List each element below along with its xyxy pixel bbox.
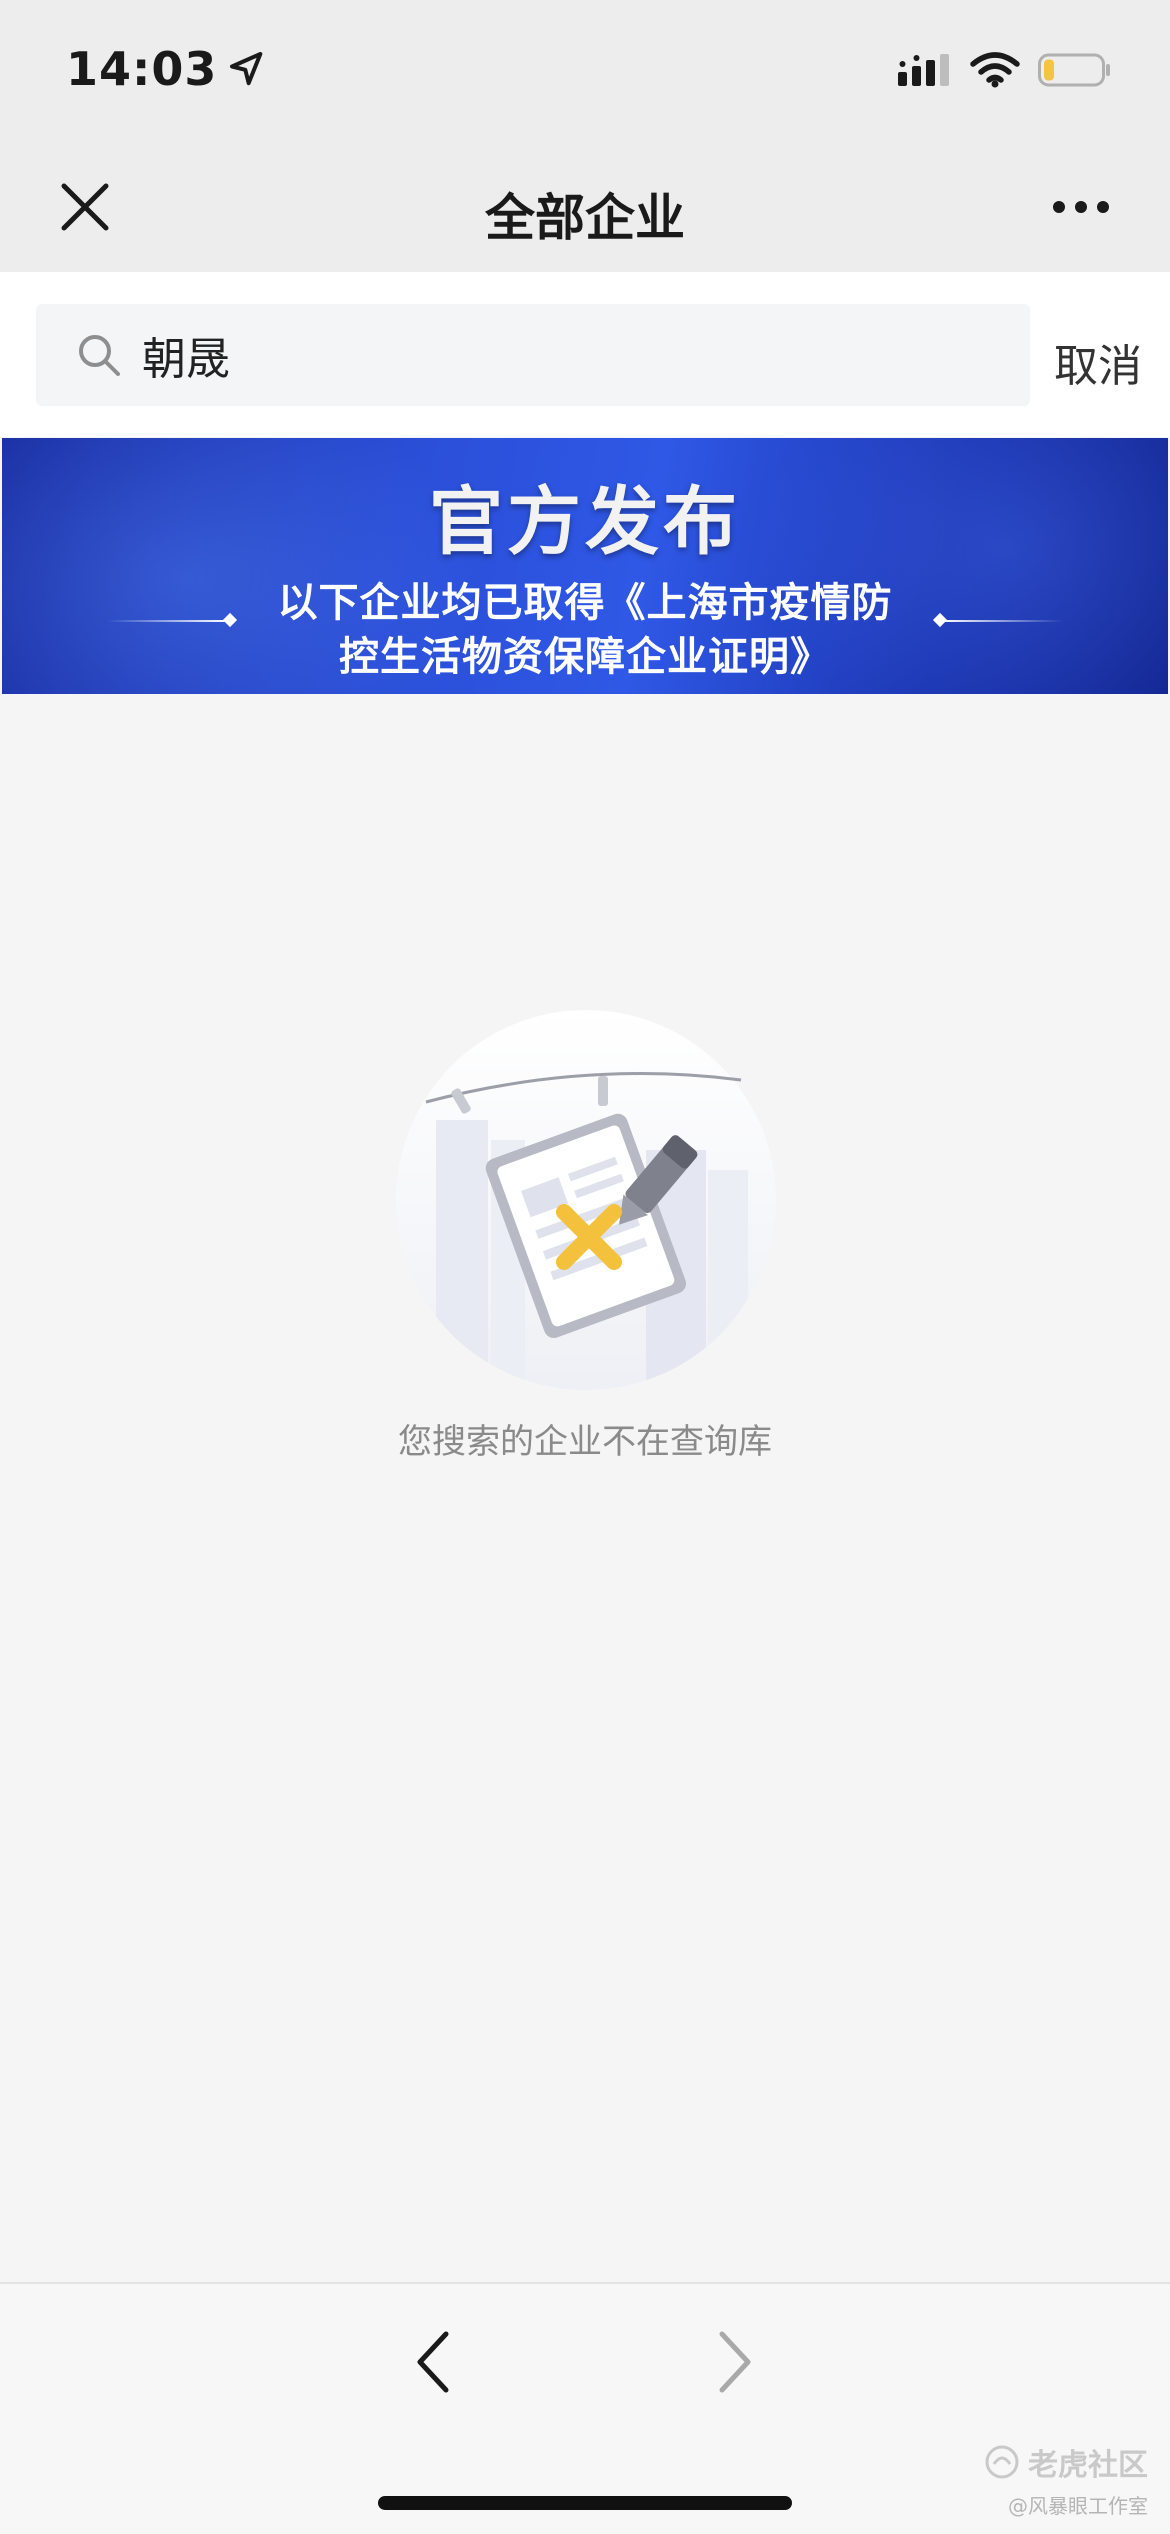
- watermark: 老虎社区 @风暴眼工作室: [984, 2440, 1148, 2519]
- banner-text-line1: 以下企业均已取得《上海市疫情防: [277, 580, 893, 626]
- page-title: 全部企业: [485, 189, 685, 247]
- cellular-signal-icon: [898, 54, 949, 86]
- status-indicators: [898, 52, 1112, 88]
- cancel-button[interactable]: 取消: [1054, 330, 1142, 394]
- battery-icon: [1038, 53, 1110, 87]
- watermark-sub: @风暴眼工作室: [1008, 2494, 1148, 2518]
- wifi-icon: [970, 52, 1020, 88]
- search-icon: [79, 335, 120, 376]
- empty-state-message: 您搜索的企业不在查询库: [398, 1422, 772, 1462]
- banner-text-line2: 控生活物资保障企业证明》: [339, 634, 831, 680]
- watermark-main: 老虎社区: [984, 2440, 1148, 2484]
- search-input[interactable]: 朝晟: [36, 304, 1030, 406]
- tiger-logo-icon: [985, 2445, 1019, 2479]
- watermark-main-text: 老虎社区: [1028, 2448, 1148, 2483]
- home-indicator: [378, 2496, 792, 2510]
- status-time-text: 14:03: [66, 42, 218, 96]
- chevron-right-icon[interactable]: [716, 2328, 756, 2396]
- chevron-left-icon[interactable]: [412, 2328, 452, 2396]
- location-arrow-icon: [230, 52, 263, 86]
- search-query-text[interactable]: 朝晟: [142, 323, 230, 387]
- top-bar: 14:03 全部企业: [0, 0, 1170, 272]
- bottom-toolbar: 老虎社区 @风暴眼工作室: [0, 2282, 1170, 2534]
- announcement-banner: 官方发布 以下企业均已取得《上海市疫情防 控生活物资保障企业证明》: [2, 438, 1168, 694]
- document-not-found-icon: [396, 1010, 776, 1390]
- more-icon[interactable]: [1052, 195, 1110, 219]
- banner-title: 官方发布: [429, 479, 741, 565]
- status-time: 14:03: [66, 42, 267, 96]
- search-bar: 朝晟 取消: [0, 272, 1170, 437]
